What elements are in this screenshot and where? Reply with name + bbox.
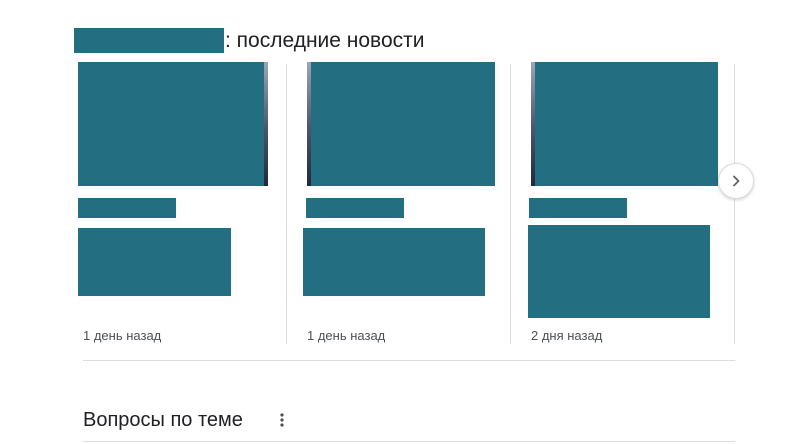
- news-card[interactable]: 1 день назад: [78, 62, 278, 346]
- news-thumbnail: [78, 62, 264, 186]
- news-headline[interactable]: [303, 228, 485, 296]
- news-card[interactable]: 2 дня назад: [527, 62, 727, 346]
- card-divider: [510, 64, 511, 344]
- section-divider: [83, 360, 735, 361]
- news-headline[interactable]: [78, 228, 231, 296]
- section-divider-bottom: [83, 441, 735, 442]
- card-divider: [286, 64, 287, 344]
- news-headline[interactable]: [528, 225, 710, 318]
- card-divider: [734, 64, 735, 344]
- news-section-title: : последние новости: [225, 29, 425, 52]
- news-source: [306, 198, 404, 218]
- news-time: 1 день назад: [307, 328, 386, 343]
- news-card[interactable]: 1 день назад: [303, 62, 503, 346]
- news-source: [78, 198, 176, 218]
- redacted-topic-name: [74, 28, 224, 53]
- more-vert-icon: [280, 413, 284, 427]
- news-thumbnail: [311, 62, 495, 186]
- related-questions-title: Вопросы по теме: [83, 409, 243, 431]
- news-time: 1 день назад: [83, 328, 162, 343]
- chevron-right-icon: [733, 175, 740, 187]
- carousel-next-button[interactable]: [718, 163, 754, 199]
- news-time: 2 дня назад: [531, 328, 603, 343]
- more-options-button[interactable]: [272, 410, 292, 430]
- news-thumbnail: [535, 62, 718, 186]
- news-source: [529, 198, 627, 218]
- news-section-header: : последние новости: [74, 28, 574, 54]
